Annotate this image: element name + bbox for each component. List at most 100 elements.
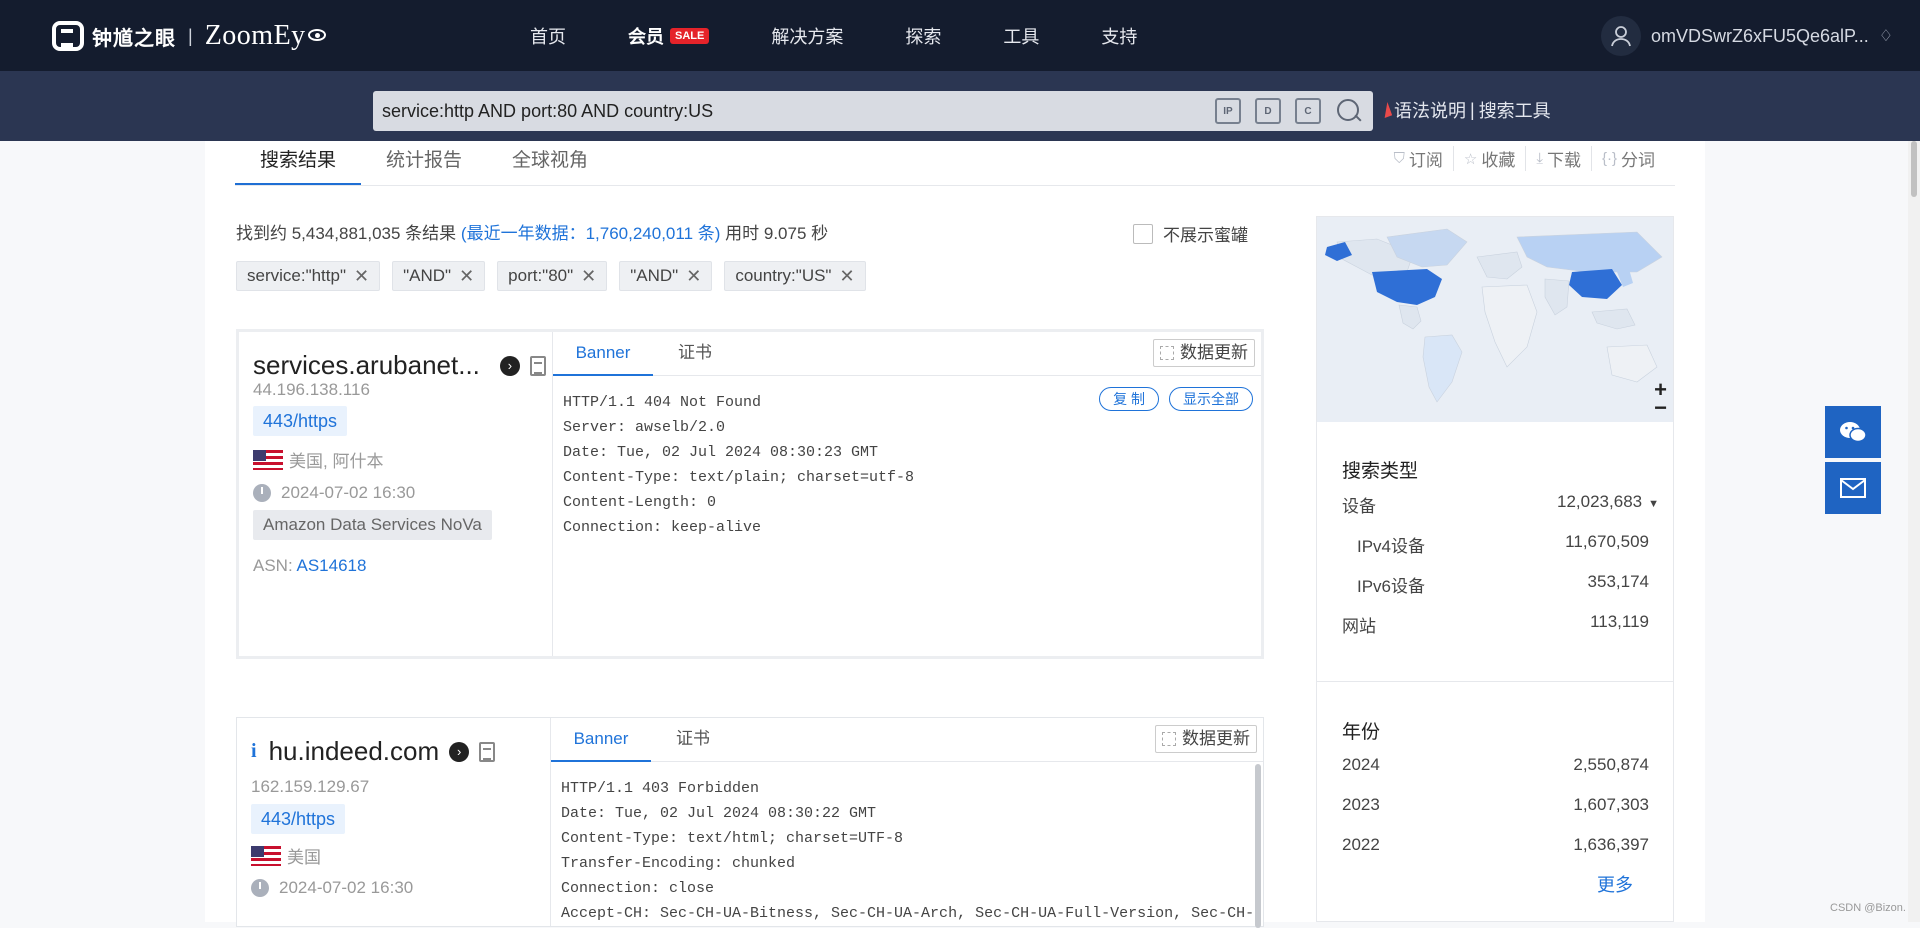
stat-label: IPv6设备 [1357, 577, 1426, 596]
domain-search-icon[interactable]: D [1255, 98, 1281, 124]
sale-badge: SALE [670, 27, 710, 44]
tab-search-results[interactable]: 搜索结果 [235, 141, 362, 186]
tab-certificate[interactable]: 证书 [645, 332, 745, 376]
tab-banner[interactable]: Banner [553, 332, 653, 376]
caret-down-icon[interactable]: ▼ [1648, 498, 1659, 510]
result-ip[interactable]: 162.159.129.67 [251, 777, 369, 797]
tab-statistics[interactable]: 统计报告 [361, 141, 487, 186]
nav-membership-label: 会员 [628, 26, 664, 47]
result-meta: services.arubanet... › 44.196.138.116 44… [239, 332, 553, 656]
stat-row-ipv6[interactable]: IPv6设备 353,174 [1357, 572, 1649, 597]
user-menu[interactable]: omVDSwrZ6xFU5Qe6alP... ♢ [1601, 16, 1893, 56]
data-update-button[interactable]: 数据更新 [1155, 725, 1257, 753]
stats-sidebar: + − 搜索类型 设备 12,023,683 ▼ IPv4设备 11,670,509 … [1316, 216, 1674, 922]
nav-explore[interactable]: 探索 [905, 23, 941, 49]
query-chip[interactable]: port:"80" ✕ [497, 261, 608, 291]
nav-tools-label: 工具 [1003, 26, 1040, 47]
search-links: 语法说明 | 搜索工具 [1379, 97, 1551, 123]
scrollbar-thumb[interactable] [1911, 141, 1917, 197]
stat-row-website[interactable]: 网站 113,119 [1342, 612, 1649, 637]
email-button[interactable] [1825, 462, 1881, 514]
year-data-link[interactable]: (最近一年数据：1,760,240,011 条) [461, 224, 721, 243]
result-summary: 找到约 5,434,881,035 条结果 (最近一年数据：1,760,240,… [236, 219, 828, 244]
cert-search-icon[interactable]: C [1295, 98, 1321, 124]
location-text[interactable]: 美国, 阿什本 [289, 447, 383, 472]
stat-row-year[interactable]: 2023 1,607,303 [1342, 795, 1649, 815]
logo-separator: | [188, 25, 193, 46]
chip-label: service:"http" [247, 266, 346, 285]
stat-row-device[interactable]: 设备 12,023,683 ▼ [1342, 492, 1659, 517]
subscribe-button[interactable]: ⛉ 订阅 [1384, 146, 1453, 171]
stats-divider [1317, 681, 1673, 682]
stat-row-year[interactable]: 2024 2,550,874 [1342, 755, 1649, 775]
arrow-right-icon[interactable]: › [499, 355, 520, 376]
query-chip[interactable]: service:"http" ✕ [236, 261, 381, 291]
result-tabs: 搜索结果 统计报告 全球视角 [235, 141, 613, 186]
world-map[interactable]: + − [1317, 217, 1673, 422]
query-chip[interactable]: "AND" ✕ [619, 261, 713, 291]
host-link[interactable]: hu.indeed.com [269, 736, 440, 767]
link-separator: | [1470, 99, 1475, 120]
port-badge[interactable]: 443/https [253, 406, 348, 436]
query-chip[interactable]: country:"US" ✕ [724, 261, 866, 291]
username[interactable]: omVDSwrZ6xFU5Qe6alP... [1651, 26, 1869, 47]
favorite-button[interactable]: ☆ 收藏 [1452, 146, 1525, 171]
host-link[interactable]: services.arubanet... [253, 350, 480, 381]
avatar[interactable] [1601, 16, 1641, 56]
map-zoom-out[interactable]: − [1654, 395, 1667, 421]
result-card: services.arubanet... › 44.196.138.116 44… [236, 329, 1264, 659]
search-type-title: 搜索类型 [1342, 461, 1419, 482]
result-asn: ASN: AS14618 [253, 556, 366, 576]
page-scrollbar[interactable] [1908, 141, 1920, 922]
chip-label: "AND" [630, 266, 679, 285]
main-nav: 首页 会员 SALE 解决方案 探索 工具 支持 [530, 0, 1199, 71]
tokenize-button[interactable]: {·} 分词 [1590, 146, 1665, 171]
document-icon[interactable] [529, 355, 546, 376]
org-badge[interactable]: Amazon Data Services NoVa [253, 510, 492, 540]
syntax-link[interactable]: 语法说明 [1394, 97, 1466, 123]
diamond-icon[interactable]: ♢ [1879, 26, 1893, 46]
nav-home-label: 首页 [530, 26, 566, 47]
honeypot-checkbox[interactable] [1133, 223, 1153, 244]
tab-certificate[interactable]: 证书 [643, 718, 743, 762]
stat-label: IPv4设备 [1357, 537, 1426, 556]
result-time: 2024-07-02 16:30 [253, 483, 415, 503]
wechat-button[interactable] [1825, 406, 1881, 458]
more-link[interactable]: 更多 [1597, 871, 1633, 897]
arrow-right-icon[interactable]: › [449, 741, 470, 762]
hide-honeypot-toggle[interactable]: 不展示蜜罐 [1133, 221, 1248, 246]
nav-membership[interactable]: 会员 SALE [628, 23, 710, 49]
query-chip[interactable]: "AND" ✕ [392, 261, 486, 291]
nav-home[interactable]: 首页 [530, 23, 566, 49]
banner-text: HTTP/1.1 403 Forbidden Date: Tue, 02 Jul… [561, 780, 1255, 922]
stat-row-ipv4[interactable]: IPv4设备 11,670,509 [1357, 532, 1649, 557]
nav-support[interactable]: 支持 [1101, 23, 1137, 49]
search-tools-link[interactable]: 搜索工具 [1479, 97, 1551, 123]
data-update-button[interactable]: 数据更新 [1153, 339, 1255, 367]
world-map-svg [1317, 217, 1673, 422]
download-button[interactable]: ⤓ 下载 [1525, 146, 1591, 171]
nav-support-label: 支持 [1101, 26, 1138, 47]
location-text[interactable]: 美国 [287, 843, 321, 868]
tab-global-view[interactable]: 全球视角 [487, 141, 613, 186]
close-icon[interactable]: ✕ [581, 261, 596, 291]
port-badge[interactable]: 443/https [251, 804, 346, 834]
zoomeye-logo[interactable]: 钟馗之眼 | ZoomEy [52, 20, 326, 52]
stat-label: 2023 [1342, 795, 1380, 814]
nav-tools[interactable]: 工具 [1003, 23, 1039, 49]
nav-solutions[interactable]: 解决方案 [771, 23, 843, 49]
stat-row-year[interactable]: 2022 1,636,397 [1342, 835, 1649, 855]
close-icon[interactable]: ✕ [686, 261, 701, 291]
close-icon[interactable]: ✕ [354, 261, 369, 291]
banner-scrollbar[interactable] [1255, 764, 1261, 928]
close-icon[interactable]: ✕ [459, 261, 474, 291]
search-input[interactable] [373, 91, 1215, 131]
document-icon[interactable] [479, 741, 496, 762]
search-icon[interactable] [1335, 97, 1363, 125]
close-icon[interactable]: ✕ [839, 261, 854, 291]
asn-link[interactable]: AS14618 [296, 556, 366, 575]
tab-banner[interactable]: Banner [551, 718, 651, 762]
ip-search-icon[interactable]: IP [1215, 98, 1241, 124]
result-ip[interactable]: 44.196.138.116 [253, 380, 370, 400]
asn-label: ASN: [253, 556, 293, 575]
